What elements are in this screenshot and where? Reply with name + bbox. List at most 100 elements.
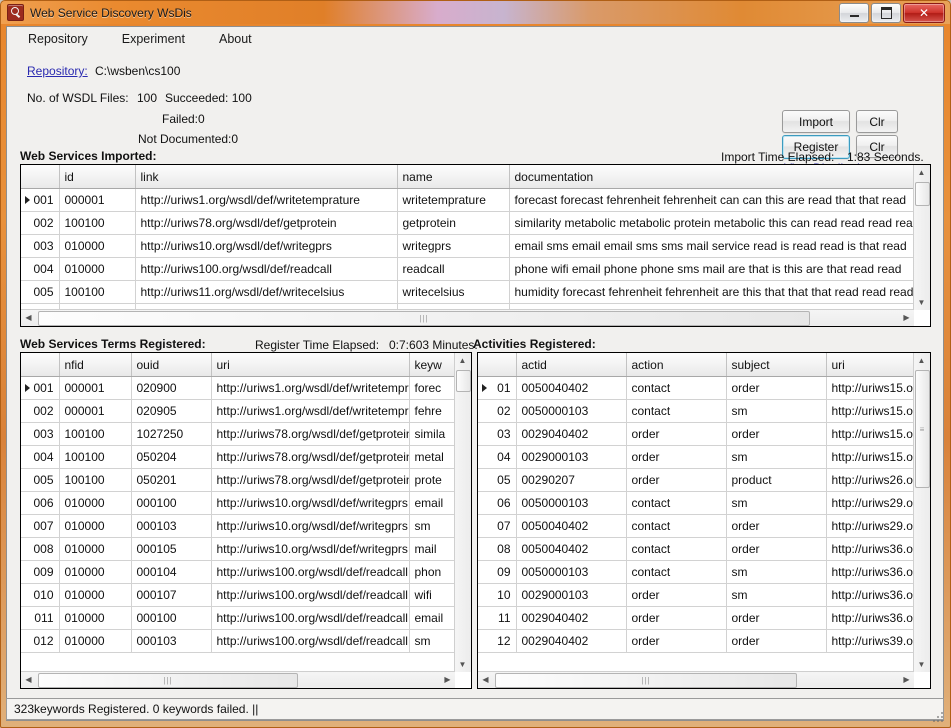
scroll-down-icon[interactable]: ▼	[455, 657, 470, 672]
activities-cell-uri[interactable]: http://uriws36.o...	[826, 537, 914, 561]
scroll-right-icon[interactable]: ▶	[899, 672, 914, 687]
activities-vscroll-thumb[interactable]: ≡	[915, 370, 930, 488]
table-row[interactable]: 10 0029000103 order sm http://uriws36.o...	[478, 583, 914, 607]
table-row[interactable]: 01 0050040402 contact order http://uriws15.o…	[478, 376, 914, 400]
activities-cell-actid[interactable]: 0029040402	[516, 422, 627, 446]
maximize-button[interactable]	[871, 3, 901, 23]
terms-cell-nfid[interactable]: 010000	[59, 537, 132, 561]
terms-cell-keyword[interactable]: phon	[409, 560, 455, 584]
table-row[interactable]: 05 00290207 order product http://uriws26.o..…	[478, 468, 914, 492]
activities-cell-subject[interactable]: order	[726, 376, 827, 400]
table-row[interactable]: 002 000001 020905 http://uriws1.org/wsdl/de…	[21, 399, 455, 423]
minimize-button[interactable]	[839, 3, 869, 23]
terms-cell-nfid[interactable]: 010000	[59, 491, 132, 515]
terms-cell-keyword[interactable]: sm	[409, 514, 455, 538]
activities-cell-action[interactable]: order	[626, 468, 727, 492]
terms-cell-ouid[interactable]: 000103	[131, 629, 212, 653]
activities-cell-uri[interactable]: http://uriws39.o...	[826, 629, 914, 653]
terms-cell-ouid[interactable]: 050201	[131, 468, 212, 492]
terms-cell-ouid[interactable]: 000104	[131, 560, 212, 584]
menu-experiment[interactable]: Experiment	[119, 30, 188, 48]
table-row[interactable]: 011 010000 000100 http://uriws100.org/wsdl/…	[21, 606, 455, 630]
table-row[interactable]: 003 010000 http://uriws10.org/wsdl/def/wri…	[21, 234, 914, 258]
table-row[interactable]: 007 010000 000103 http://uriws10.org/wsdl/d…	[21, 514, 455, 538]
activities-cell-actid[interactable]: 0029040402	[516, 606, 627, 630]
imported-cell-documentation[interactable]: email sms email email sms sms mail servi…	[509, 234, 914, 258]
terms-cell-keyword[interactable]: simila	[409, 422, 455, 446]
activities-cell-action[interactable]: order	[626, 583, 727, 607]
terms-cell-uri[interactable]: http://uriws78.org/wsdl/def/getprotein	[211, 468, 410, 492]
terms-cell-keyword[interactable]: wifi	[409, 583, 455, 607]
imported-cell-id[interactable]: 010000	[59, 257, 136, 281]
scroll-up-icon[interactable]: ▲	[914, 165, 929, 180]
terms-cell-uri[interactable]: http://uriws100.org/wsdl/def/readcall	[211, 606, 410, 630]
activities-cell-subject[interactable]: order	[726, 514, 827, 538]
imported-cell-link[interactable]: http://uriws11.org/wsdl/def/writecelsius	[135, 280, 398, 304]
table-row[interactable]: 03 0029040402 order order http://uriws15.o..…	[478, 422, 914, 446]
scroll-up-icon[interactable]: ▲	[914, 353, 929, 368]
imported-cell-link[interactable]: http://uriws10.org/wsdl/def/writegprs	[135, 234, 398, 258]
terms-cell-keyword[interactable]: sm	[409, 629, 455, 653]
activities-cell-action[interactable]: order	[626, 629, 727, 653]
table-row[interactable]: 08 0050040402 contact order http://uriws36.o…	[478, 537, 914, 561]
activities-cell-uri[interactable]: http://uriws36.o...	[826, 583, 914, 607]
terms-cell-nfid[interactable]: 010000	[59, 583, 132, 607]
terms-cell-ouid[interactable]: 050204	[131, 445, 212, 469]
clear-import-button[interactable]: Clr	[856, 110, 898, 133]
activities-cell-actid[interactable]: 0029000103	[516, 583, 627, 607]
table-row[interactable]: 02 0050000103 contact sm http://uriws15.o...	[478, 399, 914, 423]
terms-cell-keyword[interactable]: mail	[409, 537, 455, 561]
terms-cell-uri[interactable]: http://uriws100.org/wsdl/def/readcall	[211, 560, 410, 584]
imported-cell-documentation[interactable]: forecast forecast fehrenheit fehrenheit …	[509, 188, 914, 212]
table-row[interactable]: 003 100100 1027250 http://uriws78.org/wsdl/…	[21, 422, 455, 446]
activities-cell-subject[interactable]: order	[726, 537, 827, 561]
terms-cell-keyword[interactable]: email	[409, 491, 455, 515]
imported-cell-name[interactable]: writegprs	[397, 234, 510, 258]
import-button[interactable]: Import	[782, 110, 850, 133]
terms-cell-uri[interactable]: http://uriws10.org/wsdl/def/writegprs	[211, 537, 410, 561]
imported-cell-documentation[interactable]: similarity metabolic metabolic protein m…	[509, 211, 914, 235]
terms-cell-ouid[interactable]: 1027250	[131, 422, 212, 446]
table-row[interactable]: 005 100100 050201 http://uriws78.org/wsdl/d…	[21, 468, 455, 492]
activities-cell-subject[interactable]: sm	[726, 583, 827, 607]
menu-repository[interactable]: Repository	[25, 30, 91, 48]
imported-horizontal-scrollbar[interactable]: ◀ ||| ▶	[21, 309, 914, 326]
imported-cell-name[interactable]: writecelsius	[397, 280, 510, 304]
terms-cell-nfid[interactable]: 010000	[59, 514, 132, 538]
imported-cell-link[interactable]: http://uriws78.org/wsdl/def/getprotein	[135, 211, 398, 235]
terms-cell-keyword[interactable]: email	[409, 606, 455, 630]
terms-cell-keyword[interactable]: fehre	[409, 399, 455, 423]
table-row[interactable]: 012 010000 000103 http://uriws100.org/wsdl/…	[21, 629, 455, 653]
imported-hscroll-thumb[interactable]: |||	[38, 311, 810, 326]
terms-cell-nfid[interactable]: 100100	[59, 468, 132, 492]
activities-col-subject[interactable]: subject	[726, 353, 827, 377]
terms-cell-keyword[interactable]: metal	[409, 445, 455, 469]
terms-cell-keyword[interactable]: prote	[409, 468, 455, 492]
imported-col-link[interactable]: link	[135, 165, 398, 189]
terms-col-keyword[interactable]: keyw	[409, 353, 455, 377]
table-row[interactable]: 009 010000 000104 http://uriws100.org/wsdl/…	[21, 560, 455, 584]
table-row[interactable]: 06 0050000103 contact sm http://uriws29.o...	[478, 491, 914, 515]
activities-cell-actid[interactable]: 0050040402	[516, 537, 627, 561]
activities-cell-action[interactable]: order	[626, 422, 727, 446]
terms-vscroll-thumb[interactable]	[456, 370, 471, 392]
imported-table[interactable]: id link name documentation 001 000001 http…	[20, 164, 931, 327]
activities-cell-subject[interactable]: order	[726, 629, 827, 653]
activities-col-actid[interactable]: actid	[516, 353, 627, 377]
table-row[interactable]: 001 000001 http://uriws1.org/wsdl/def/writ…	[21, 188, 914, 212]
terms-col-ouid[interactable]: ouid	[131, 353, 212, 377]
terms-col-uri[interactable]: uri	[211, 353, 410, 377]
terms-cell-uri[interactable]: http://uriws78.org/wsdl/def/getprotein	[211, 445, 410, 469]
terms-cell-uri[interactable]: http://uriws10.org/wsdl/def/writegprs	[211, 491, 410, 515]
table-row[interactable]: 07 0050040402 contact order http://uriws29.o…	[478, 514, 914, 538]
activities-cell-actid[interactable]: 0050000103	[516, 491, 627, 515]
scroll-left-icon[interactable]: ◀	[21, 672, 36, 687]
activities-cell-subject[interactable]: sm	[726, 445, 827, 469]
activities-cell-uri[interactable]: http://uriws15.o...	[826, 376, 914, 400]
table-row[interactable]: 12 0029040402 order order http://uriws39.o..…	[478, 629, 914, 653]
activities-vertical-scrollbar[interactable]: ▲ ≡ ▼	[913, 353, 930, 672]
terms-vertical-scrollbar[interactable]: ▲ ▼	[454, 353, 471, 672]
activities-cell-action[interactable]: order	[626, 606, 727, 630]
activities-cell-actid[interactable]: 0050000103	[516, 560, 627, 584]
scroll-right-icon[interactable]: ▶	[440, 672, 455, 687]
